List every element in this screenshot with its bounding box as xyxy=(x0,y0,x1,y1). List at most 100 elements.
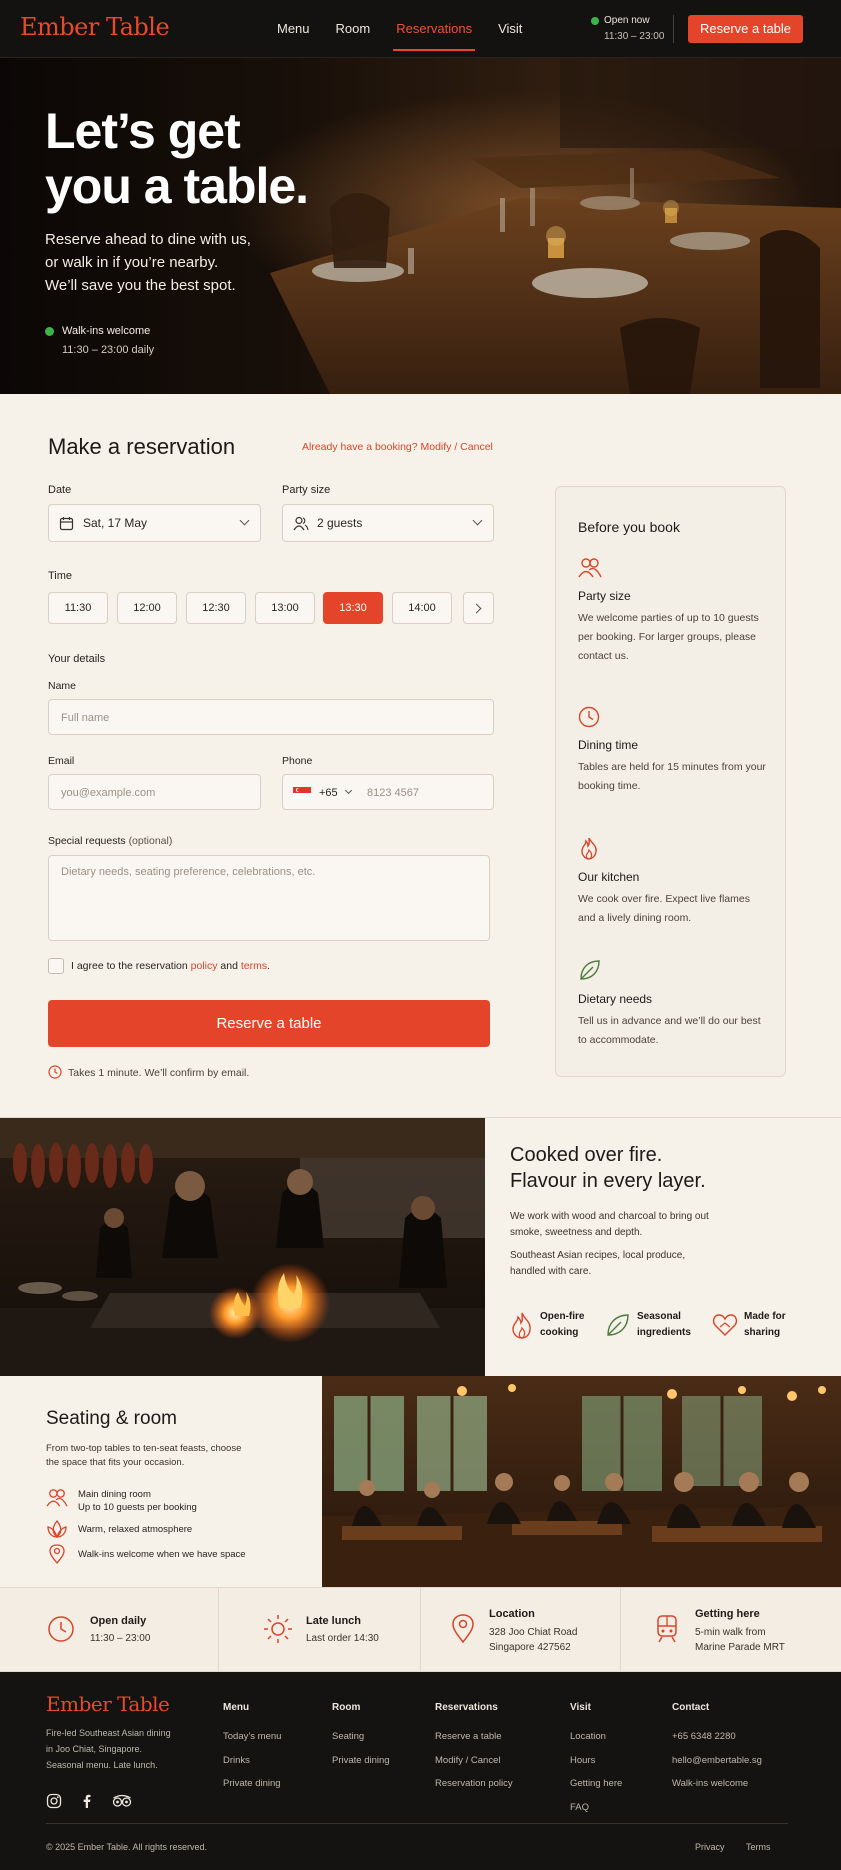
info-bar: Open daily 11:30 – 23:00 Late lunch Last… xyxy=(0,1587,841,1673)
dining-room-photo xyxy=(322,1376,841,1587)
nav-link-menu[interactable]: Menu xyxy=(264,0,323,58)
nav-link-reservations[interactable]: Reservations xyxy=(383,0,485,58)
takes-one-minute-note: Takes 1 minute. We’ll confirm by email. xyxy=(68,1067,250,1079)
pin-icon xyxy=(452,1614,474,1644)
reserve-table-nav-button[interactable]: Reserve a table xyxy=(688,15,803,43)
walkins-hours: 11:30 – 23:00 daily xyxy=(62,344,155,356)
phone-input[interactable]: +65 8123 4567 xyxy=(282,774,494,810)
privacy-link[interactable]: Privacy xyxy=(695,1842,725,1852)
footer-link[interactable]: Private dining xyxy=(223,1772,281,1796)
tip-party-size: Party size We welcome parties of up to 1… xyxy=(578,557,768,666)
footer-link[interactable]: Today’s menu xyxy=(223,1725,281,1749)
info-open-daily: Open daily 11:30 – 23:00 xyxy=(0,1588,218,1673)
footer-description-line: Fire-led Southeast Asian dining xyxy=(46,1728,171,1738)
footer-link[interactable]: FAQ xyxy=(570,1796,622,1820)
nav-link-visit[interactable]: Visit xyxy=(485,0,535,58)
phone-country-code[interactable]: +65 xyxy=(319,775,338,811)
info-line: 5-min walk from xyxy=(695,1627,766,1638)
hero-title: Let’s get you a table. xyxy=(45,104,309,214)
footer-link[interactable]: Reserve a table xyxy=(435,1725,513,1749)
footer-link[interactable]: Drinks xyxy=(223,1749,281,1773)
footer-col-room: Room Seating Private dining xyxy=(332,1702,390,1772)
feature-label-line: cooking xyxy=(540,1327,579,1338)
footer-link[interactable]: Modify / Cancel xyxy=(435,1749,513,1773)
time-slot-1130[interactable]: 11:30 xyxy=(48,592,108,624)
reserve-table-submit-button[interactable]: Reserve a table xyxy=(48,1000,490,1047)
tripadvisor-icon[interactable] xyxy=(112,1793,132,1809)
terms-link[interactable]: terms xyxy=(241,960,267,972)
footer-link[interactable]: Getting here xyxy=(570,1772,622,1796)
info-late-lunch: Late lunch Last order 14:30 xyxy=(219,1588,420,1673)
agree-prefix: I agree to the reservation xyxy=(71,960,191,972)
info-body: 328 Joo Chiat Road Singapore 427562 xyxy=(489,1625,577,1655)
seating-item-text: Main dining room Up to 10 guests per boo… xyxy=(78,1488,197,1514)
agree-checkbox[interactable] xyxy=(48,958,64,974)
leaf-icon xyxy=(580,960,600,980)
feature-label: Open-fire cooking xyxy=(540,1309,584,1341)
agree-and: and xyxy=(217,960,241,972)
party-size-select[interactable]: 2 guests xyxy=(282,504,494,542)
policy-link[interactable]: policy xyxy=(191,960,218,972)
tip-body: Tell us in advance and we’ll do our best… xyxy=(578,1015,761,1046)
reservation-title: Make a reservation xyxy=(48,434,236,459)
facebook-icon[interactable] xyxy=(79,1793,95,1809)
footer-link[interactable]: Seating xyxy=(332,1725,390,1749)
cooked-paragraph: We work with wood and charcoal to bring … xyxy=(510,1211,709,1238)
footer-link[interactable]: Hours xyxy=(570,1749,622,1773)
feature-label-line: Made for xyxy=(744,1311,786,1322)
email-input[interactable]: you@example.com xyxy=(48,774,261,810)
optional-tag: (optional) xyxy=(128,835,173,847)
name-input[interactable]: Full name xyxy=(48,699,494,735)
seating-item-text: Walk-ins welcome when we have space xyxy=(78,1544,246,1561)
flame-icon xyxy=(512,1312,531,1339)
feature-label: Made for sharing xyxy=(744,1309,786,1341)
footer-link[interactable]: Location xyxy=(570,1725,622,1749)
footer-link[interactable]: +65 6348 2280 xyxy=(672,1725,762,1749)
people-icon xyxy=(578,558,602,578)
instagram-icon[interactable] xyxy=(46,1793,62,1809)
date-value: Sat, 17 May xyxy=(83,516,148,530)
more-times-button[interactable] xyxy=(463,592,494,624)
nav-links: Menu Room Reservations Visit xyxy=(264,0,535,58)
info-line: 11:30 – 23:00 xyxy=(90,1633,151,1644)
reservation-section: Make a reservation Already have a bookin… xyxy=(0,394,841,1117)
footer-link[interactable]: Reservation policy xyxy=(435,1772,513,1796)
copyright: © 2025 Ember Table. All rights reserved. xyxy=(46,1842,208,1852)
walkins-label: Walk-ins welcome xyxy=(62,325,151,337)
tip-dining-time: Dining time Tables are held for 15 minut… xyxy=(578,706,768,796)
footer-link[interactable]: hello@embertable.sg xyxy=(672,1749,762,1773)
info-getting-here: Getting here 5-min walk from Marine Para… xyxy=(621,1588,841,1673)
email-placeholder: you@example.com xyxy=(61,787,156,799)
time-slot-1200[interactable]: 12:00 xyxy=(117,592,177,624)
clock-icon xyxy=(578,706,600,728)
time-slot-1400[interactable]: 14:00 xyxy=(392,592,452,624)
time-slot-1230[interactable]: 12:30 xyxy=(186,592,246,624)
footer-col-title: Contact xyxy=(672,1702,710,1713)
chevron-down-icon xyxy=(344,786,353,795)
footer-brand-logo[interactable]: Ember Table xyxy=(46,1692,170,1716)
tip-body: Tables are held for 15 minutes from your… xyxy=(578,761,766,792)
open-status-dot xyxy=(591,17,599,25)
email-label: Email xyxy=(48,755,75,767)
time-slot-1330-selected[interactable]: 13:30 xyxy=(323,592,383,624)
feature-label-line: Open-fire xyxy=(540,1311,585,1322)
hero-subtitle-line: We’ll save you the best spot. xyxy=(45,277,236,294)
modify-cancel-link[interactable]: Already have a booking? Modify / Cancel xyxy=(302,441,493,453)
date-select[interactable]: Sat, 17 May xyxy=(48,504,261,542)
nav-link-room[interactable]: Room xyxy=(323,0,384,58)
chevron-right-icon xyxy=(471,603,482,614)
feature-sharing: Made for sharing xyxy=(712,1309,786,1341)
footer-divider xyxy=(46,1823,788,1824)
footer-link[interactable]: Private dining xyxy=(332,1749,390,1773)
info-line: Marine Parade MRT xyxy=(695,1642,785,1653)
footer-col-title: Visit xyxy=(570,1702,591,1713)
info-body: Last order 14:30 xyxy=(306,1631,379,1646)
special-requests-textarea[interactable]: Dietary needs, seating preference, celeb… xyxy=(48,855,490,941)
terms-link[interactable]: Terms xyxy=(746,1842,771,1852)
time-slot-1300[interactable]: 13:00 xyxy=(255,592,315,624)
feature-open-fire: Open-fire cooking xyxy=(510,1309,584,1341)
people-icon xyxy=(46,1489,68,1507)
open-hours: 11:30 – 23:00 xyxy=(604,31,665,42)
brand-logo[interactable]: Ember Table xyxy=(20,13,170,41)
before-you-book-title: Before you book xyxy=(578,519,680,535)
